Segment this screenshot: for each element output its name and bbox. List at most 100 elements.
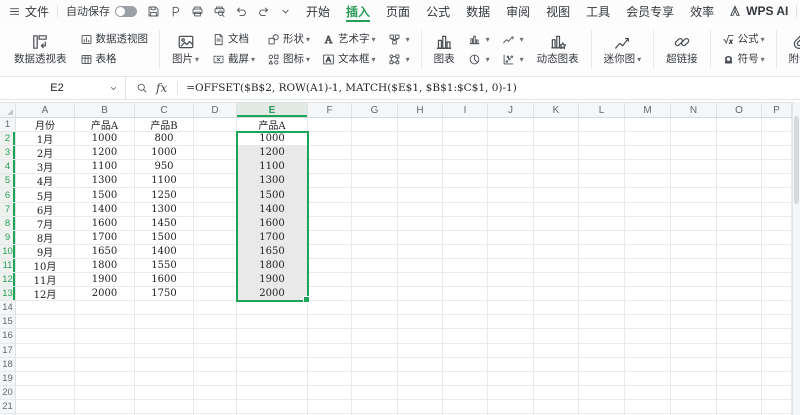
tab-6[interactable]: 视图 xyxy=(546,0,570,22)
cell-H11[interactable] xyxy=(398,259,443,273)
cell-P16[interactable] xyxy=(762,329,792,343)
redo-button[interactable] xyxy=(257,5,270,18)
cell-L15[interactable] xyxy=(579,315,625,329)
cell-N7[interactable] xyxy=(671,203,717,217)
cell-C7[interactable]: 1300 xyxy=(135,203,194,217)
cell-C11[interactable]: 1550 xyxy=(135,259,194,273)
cell-M16[interactable] xyxy=(625,329,671,343)
cell-K5[interactable] xyxy=(534,174,579,188)
cell-O19[interactable] xyxy=(717,372,762,386)
cell-B15[interactable] xyxy=(75,315,135,329)
cell-D17[interactable] xyxy=(194,344,237,358)
ribbon-chart-button[interactable]: 图表 xyxy=(428,31,461,67)
cell-L14[interactable] xyxy=(579,301,625,315)
column-header-G[interactable]: G xyxy=(352,103,398,118)
cell-A2[interactable]: 1月 xyxy=(16,132,75,146)
cell-P11[interactable] xyxy=(762,259,792,273)
column-header-M[interactable]: M xyxy=(625,103,671,118)
cell-H8[interactable] xyxy=(398,217,443,231)
cell-B4[interactable]: 1100 xyxy=(75,160,135,174)
cell-N21[interactable] xyxy=(671,400,717,414)
cell-O7[interactable] xyxy=(717,203,762,217)
cell-L12[interactable] xyxy=(579,273,625,287)
cell-K10[interactable] xyxy=(534,245,579,259)
cell-A14[interactable] xyxy=(16,301,75,315)
cell-E1[interactable]: 产品A xyxy=(237,118,308,132)
formula-input[interactable]: =OFFSET($B$2, ROW(A1)-1, MATCH($E$1, $B$… xyxy=(178,82,800,94)
save-button[interactable] xyxy=(147,5,160,18)
column-header-B[interactable]: B xyxy=(75,103,135,118)
cell-F4[interactable] xyxy=(308,160,352,174)
cell-O1[interactable] xyxy=(717,118,762,132)
cell-L7[interactable] xyxy=(579,203,625,217)
cell-F13[interactable] xyxy=(308,287,352,301)
row-header-14[interactable]: 14 xyxy=(0,301,16,315)
cell-A19[interactable] xyxy=(16,372,75,386)
cell-B5[interactable]: 1300 xyxy=(75,174,135,188)
ribbon-symbol-button[interactable]: Ω符号 xyxy=(720,52,767,67)
cell-O12[interactable] xyxy=(717,273,762,287)
cell-B6[interactable]: 1500 xyxy=(75,188,135,202)
cell-I3[interactable] xyxy=(443,146,488,160)
cell-B17[interactable] xyxy=(75,344,135,358)
cell-D16[interactable] xyxy=(194,329,237,343)
cell-O14[interactable] xyxy=(717,301,762,315)
cell-D15[interactable] xyxy=(194,315,237,329)
cell-P2[interactable] xyxy=(762,132,792,146)
ribbon-formula-button[interactable]: x公式 xyxy=(720,32,767,47)
cell-I20[interactable] xyxy=(443,386,488,400)
cell-H3[interactable] xyxy=(398,146,443,160)
autosave-toggle[interactable] xyxy=(115,6,137,17)
cell-A16[interactable] xyxy=(16,329,75,343)
column-header-A[interactable]: A xyxy=(16,103,75,118)
cell-C21[interactable] xyxy=(135,400,194,414)
cell-F3[interactable] xyxy=(308,146,352,160)
ribbon-flowchart-button[interactable] xyxy=(386,52,412,67)
cell-J11[interactable] xyxy=(488,259,534,273)
cell-J19[interactable] xyxy=(488,372,534,386)
cell-A7[interactable]: 6月 xyxy=(16,203,75,217)
cell-G8[interactable] xyxy=(352,217,398,231)
cell-H20[interactable] xyxy=(398,386,443,400)
row-header-17[interactable]: 17 xyxy=(0,344,16,358)
cell-L5[interactable] xyxy=(579,174,625,188)
cell-D4[interactable] xyxy=(194,160,237,174)
cell-K3[interactable] xyxy=(534,146,579,160)
cell-G21[interactable] xyxy=(352,400,398,414)
row-header-7[interactable]: 7 xyxy=(0,203,16,217)
row-header-20[interactable]: 20 xyxy=(0,386,16,400)
cell-E14[interactable] xyxy=(237,301,308,315)
ribbon-screenshot-button[interactable]: 截屏 xyxy=(210,52,257,67)
cell-J12[interactable] xyxy=(488,273,534,287)
cell-I11[interactable] xyxy=(443,259,488,273)
name-box-chevron-icon[interactable] xyxy=(108,83,119,94)
tab-4[interactable]: 数据 xyxy=(466,0,490,22)
select-all-corner[interactable] xyxy=(0,103,16,118)
cell-H16[interactable] xyxy=(398,329,443,343)
cell-G18[interactable] xyxy=(352,358,398,372)
cell-H10[interactable] xyxy=(398,245,443,259)
column-header-H[interactable]: H xyxy=(398,103,443,118)
ribbon-picture-button[interactable]: 图片 xyxy=(166,31,205,67)
cell-D7[interactable] xyxy=(194,203,237,217)
tab-9[interactable]: 效率 xyxy=(690,0,714,22)
wps-ai-button[interactable]: WPS AI xyxy=(728,4,788,18)
ribbon-pivot-chart-button[interactable]: 数据透视图 xyxy=(78,32,151,47)
cell-P14[interactable] xyxy=(762,301,792,315)
cell-O17[interactable] xyxy=(717,344,762,358)
cell-B19[interactable] xyxy=(75,372,135,386)
cell-P8[interactable] xyxy=(762,217,792,231)
cell-D12[interactable] xyxy=(194,273,237,287)
cell-G13[interactable] xyxy=(352,287,398,301)
vertical-scrollbar[interactable] xyxy=(792,102,800,415)
cell-O10[interactable] xyxy=(717,245,762,259)
print-preview-button[interactable] xyxy=(213,5,226,18)
cell-D19[interactable] xyxy=(194,372,237,386)
cell-C15[interactable] xyxy=(135,315,194,329)
column-header-F[interactable]: F xyxy=(308,103,352,118)
cell-P18[interactable] xyxy=(762,358,792,372)
print-button[interactable] xyxy=(191,5,204,18)
cell-A9[interactable]: 8月 xyxy=(16,231,75,245)
ribbon-scatter-chart-button[interactable] xyxy=(500,52,526,67)
cell-D9[interactable] xyxy=(194,231,237,245)
